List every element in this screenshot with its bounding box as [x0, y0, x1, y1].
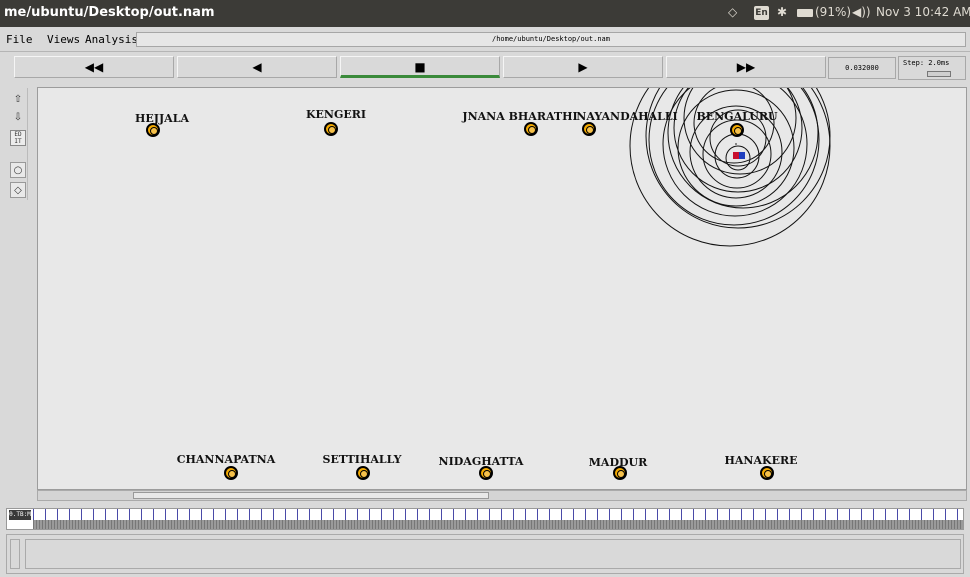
keyboard-language-indicator[interactable]: En [754, 6, 769, 20]
monitor-scrollbar[interactable] [10, 539, 20, 569]
network-node-4[interactable] [146, 123, 160, 137]
diamond-tool-icon[interactable]: ◇ [10, 182, 26, 198]
node-label-3: KENGERI [305, 108, 367, 121]
node-label-7: CHANNAPATNA [176, 453, 276, 466]
rewind-button[interactable]: ◀◀ [14, 56, 174, 78]
scrollbar-thumb[interactable] [133, 492, 489, 499]
ring [677, 89, 795, 207]
timeline-strip[interactable]: 0.TB:M [6, 508, 964, 530]
timeline-bar[interactable] [33, 520, 963, 529]
network-node-7[interactable] [224, 466, 238, 480]
step-label: Step: 2.0ms [903, 59, 950, 67]
packet-dot [735, 143, 737, 145]
stop-button[interactable]: ■ [340, 56, 500, 78]
network-node-10[interactable] [613, 466, 627, 480]
network-node-11[interactable] [760, 466, 774, 480]
ring [673, 88, 803, 193]
menu-file[interactable]: File [6, 33, 33, 46]
node-label-4: HEJJALA [135, 112, 189, 125]
network-node-9[interactable] [479, 466, 493, 480]
time-display: 0.032000 [828, 57, 896, 79]
volume-icon[interactable]: ◀)) [852, 5, 871, 19]
network-node-2[interactable] [524, 122, 538, 136]
fast-forward-button[interactable]: ▶▶ [666, 56, 826, 78]
network-node-0[interactable] [730, 123, 744, 137]
zoom-in-icon[interactable]: ⇧ [10, 92, 26, 108]
monitor-panel [6, 534, 964, 574]
nam-window: me/ubuntu/Desktop/out.nam ◇ En ✱ (91%) ◀… [0, 0, 970, 577]
node-label-8: SETTIHALLY [322, 453, 402, 466]
canvas-horizontal-scrollbar[interactable] [37, 490, 967, 501]
menu-bar: File Views Analysis /home/ubuntu/Desktop… [0, 27, 970, 52]
battery-percentage: (91%) [815, 5, 852, 19]
network-node-1[interactable] [582, 122, 596, 136]
clock[interactable]: Nov 3 10:42 AM [876, 5, 970, 19]
bluetooth-icon[interactable]: ✱ [777, 5, 787, 19]
network-node-3[interactable] [324, 122, 338, 136]
circle-tool-icon[interactable]: ○ [10, 162, 26, 178]
play-button[interactable]: ▶ [503, 56, 663, 78]
packet-red [733, 152, 739, 159]
system-top-bar: me/ubuntu/Desktop/out.nam ◇ En ✱ (91%) ◀… [0, 0, 970, 27]
file-path-display: /home/ubuntu/Desktop/out.nam [136, 32, 966, 47]
menu-views[interactable]: Views [47, 33, 80, 46]
transmission-rings [629, 88, 831, 247]
timeline-ticks [33, 509, 963, 520]
menu-analysis[interactable]: Analysis [85, 33, 138, 46]
left-toolbar: ⇧ ⇩ ED IT ○ ◇ [8, 88, 28, 200]
wifi-icon[interactable]: ◇ [728, 5, 737, 19]
node-label-9: NIDAGHATTA [438, 455, 524, 468]
packet-blue [739, 152, 745, 159]
battery-icon[interactable] [797, 9, 813, 17]
network-node-8[interactable] [356, 466, 370, 480]
monitor-area [25, 539, 961, 569]
transport-bar: ◀◀ ◀ ■ ▶ ▶▶ 0.032000 Step: 2.0ms [0, 53, 970, 83]
timeline-marker: 0.TB:M [9, 510, 31, 520]
node-label-2: JNANA BHARATHI [462, 110, 578, 123]
network-canvas[interactable]: BENGALURU NAYANDAHALLI JNANA BHARATHI KENGE… [37, 87, 967, 490]
step-control[interactable]: Step: 2.0ms [898, 56, 966, 80]
step-slider[interactable] [927, 71, 951, 77]
zoom-out-icon[interactable]: ⇩ [10, 110, 26, 126]
node-label-11: HANAKERE [724, 454, 798, 467]
node-label-0: BENGALURU [696, 110, 778, 123]
step-back-button[interactable]: ◀ [177, 56, 337, 78]
edit-icon[interactable]: ED IT [10, 130, 26, 146]
node-label-1: NAYANDAHALLI [576, 110, 678, 123]
window-title: me/ubuntu/Desktop/out.nam [4, 5, 215, 20]
